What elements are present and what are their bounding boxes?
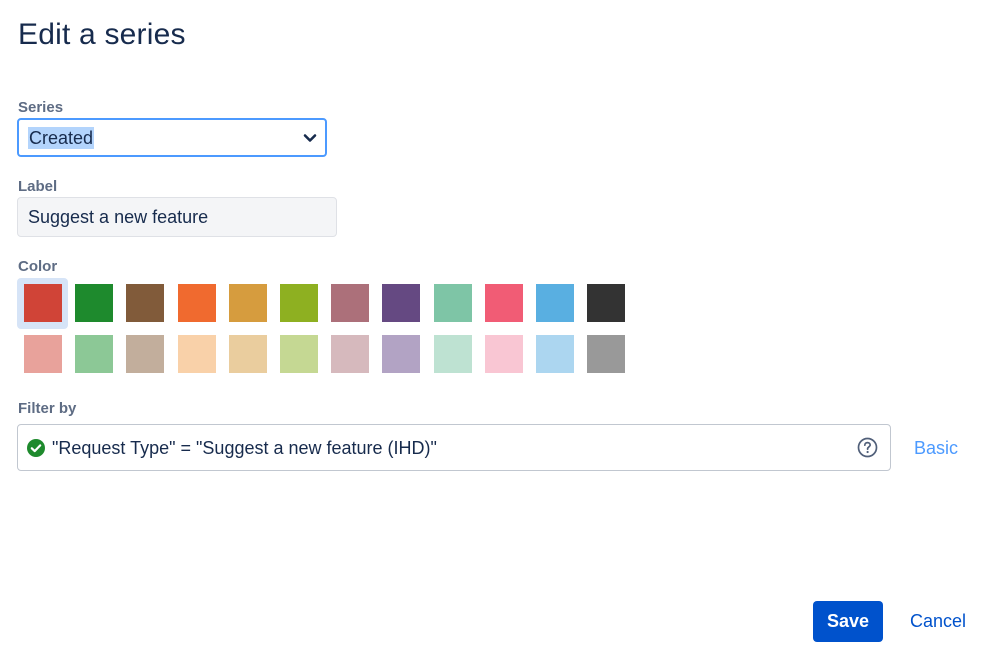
- color-swatch-light-10[interactable]: [484, 335, 523, 373]
- color-swatch-light-12[interactable]: [587, 335, 626, 373]
- color-swatch-cell: [274, 283, 325, 333]
- color-swatch-light-7[interactable]: [331, 335, 370, 373]
- color-swatch-cell: [172, 283, 223, 333]
- color-swatch-cell: [17, 278, 69, 333]
- color-swatch-cell: [581, 334, 632, 384]
- color-swatch-cell: [69, 334, 120, 384]
- color-swatch-cell: [428, 283, 479, 333]
- color-swatch-cell: [376, 334, 427, 384]
- color-swatch-light-1[interactable]: [24, 335, 62, 373]
- dialog-title: Edit a series: [18, 18, 186, 51]
- color-swatch-light-4[interactable]: [177, 335, 216, 373]
- color-swatch-cell: [223, 334, 274, 384]
- color-swatch-row-light: [18, 334, 632, 384]
- color-swatch-cell: [530, 334, 581, 384]
- color-swatch-light-6[interactable]: [279, 335, 318, 373]
- color-swatch-cell: [172, 334, 223, 384]
- color-swatch-primary-10[interactable]: [484, 284, 523, 322]
- color-swatch-cell: [428, 334, 479, 384]
- color-swatch-cell: [274, 334, 325, 384]
- color-swatch-primary-2[interactable]: [75, 284, 114, 322]
- color-swatch-light-5[interactable]: [228, 335, 267, 373]
- color-swatch-light-3[interactable]: [126, 335, 165, 373]
- color-swatch-light-2[interactable]: [75, 335, 114, 373]
- color-swatch-cell: [120, 334, 171, 384]
- series-label: Series: [18, 99, 64, 116]
- series-selected-value: Created: [28, 127, 95, 149]
- save-button[interactable]: Save: [813, 601, 883, 642]
- cancel-button[interactable]: Cancel: [902, 601, 974, 642]
- color-swatch-row-primary: [17, 278, 632, 333]
- series-select[interactable]: Created: [17, 118, 327, 157]
- color-swatch-primary-3[interactable]: [126, 284, 165, 322]
- label-input[interactable]: Suggest a new feature: [17, 197, 337, 237]
- color-swatch-cell: [479, 334, 530, 384]
- color-swatch-cell: [530, 283, 581, 333]
- color-swatch-primary-12[interactable]: [587, 284, 626, 322]
- color-swatch-cell: [18, 334, 69, 384]
- basic-mode-link[interactable]: Basic: [914, 438, 958, 459]
- question-circle-icon[interactable]: [857, 437, 878, 458]
- color-swatch-cell: [325, 283, 376, 333]
- filter-query-text: "Request Type" = "Suggest a new feature …: [52, 438, 437, 458]
- filter-label: Filter by: [18, 400, 77, 417]
- color-swatch-light-11[interactable]: [535, 335, 574, 373]
- color-swatch-light-9[interactable]: [433, 335, 472, 373]
- color-swatch-primary-7[interactable]: [331, 284, 370, 322]
- color-swatch-cell: [223, 283, 274, 333]
- filter-query-input[interactable]: "Request Type" = "Suggest a new feature …: [17, 424, 891, 471]
- color-swatch-cell: [479, 283, 530, 333]
- color-swatch-primary-9[interactable]: [433, 284, 472, 322]
- color-swatch-primary-6[interactable]: [279, 284, 318, 322]
- color-swatch-cell: [581, 283, 632, 333]
- color-swatch-primary-5[interactable]: [228, 284, 267, 322]
- chevron-down-icon: [303, 134, 317, 142]
- color-swatch-cell: [376, 283, 427, 333]
- color-swatch-cell: [120, 283, 171, 333]
- label-field-label: Label: [18, 178, 58, 195]
- check-circle-icon: [27, 439, 45, 457]
- color-swatch-primary-11[interactable]: [535, 284, 574, 322]
- color-swatch-primary-8[interactable]: [382, 284, 421, 322]
- color-swatch-primary-4[interactable]: [177, 284, 216, 322]
- color-swatch-cell: [325, 334, 376, 384]
- color-swatch-primary-1[interactable]: [24, 284, 62, 322]
- color-swatch-light-8[interactable]: [382, 335, 421, 373]
- color-swatch-cell: [69, 283, 120, 333]
- edit-series-dialog: Edit a series Series Created Label Sugge…: [0, 0, 999, 663]
- color-label: Color: [18, 258, 58, 275]
